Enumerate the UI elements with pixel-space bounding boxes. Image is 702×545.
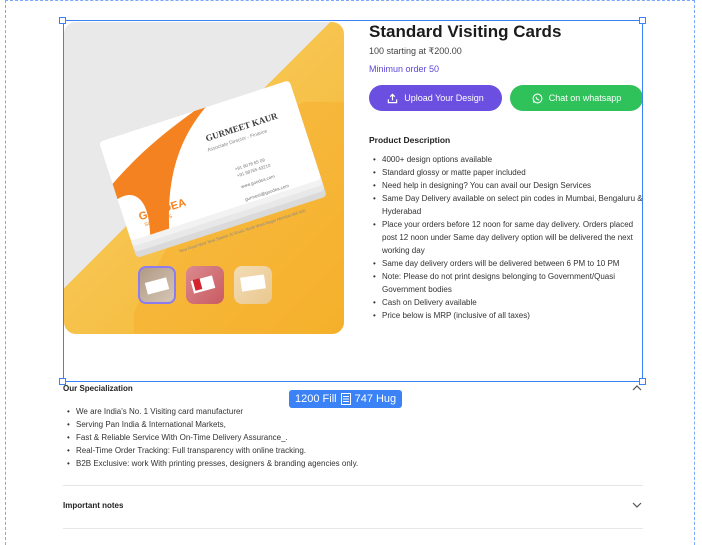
selection-box[interactable] xyxy=(63,20,643,382)
specialization-item: Fast & Reliable Service With On-Time Del… xyxy=(67,431,358,444)
resize-handle-top-right[interactable] xyxy=(639,17,646,24)
specialization-item: B2B Exclusive: work With printing presse… xyxy=(67,457,358,470)
important-notes-title[interactable]: Important notes xyxy=(63,501,123,510)
height-label: 747 Hug xyxy=(354,393,397,405)
specialization-title: Our Specialization xyxy=(63,384,133,393)
divider xyxy=(63,528,643,529)
spacing-icon xyxy=(340,393,351,405)
specialization-item: Serving Pan India & International Market… xyxy=(67,418,358,431)
chevron-down-icon[interactable] xyxy=(632,502,642,509)
specialization-item: Real-Time Order Tracking: Full transpare… xyxy=(67,444,358,457)
resize-handle-top-left[interactable] xyxy=(59,17,66,24)
width-label: 1200 Fill xyxy=(295,393,337,405)
chevron-up-icon[interactable] xyxy=(632,384,642,391)
divider xyxy=(63,485,643,486)
specialization-item: We are India's No. 1 Visiting card manuf… xyxy=(67,405,358,418)
specialization-list: We are India's No. 1 Visiting card manuf… xyxy=(67,405,358,470)
